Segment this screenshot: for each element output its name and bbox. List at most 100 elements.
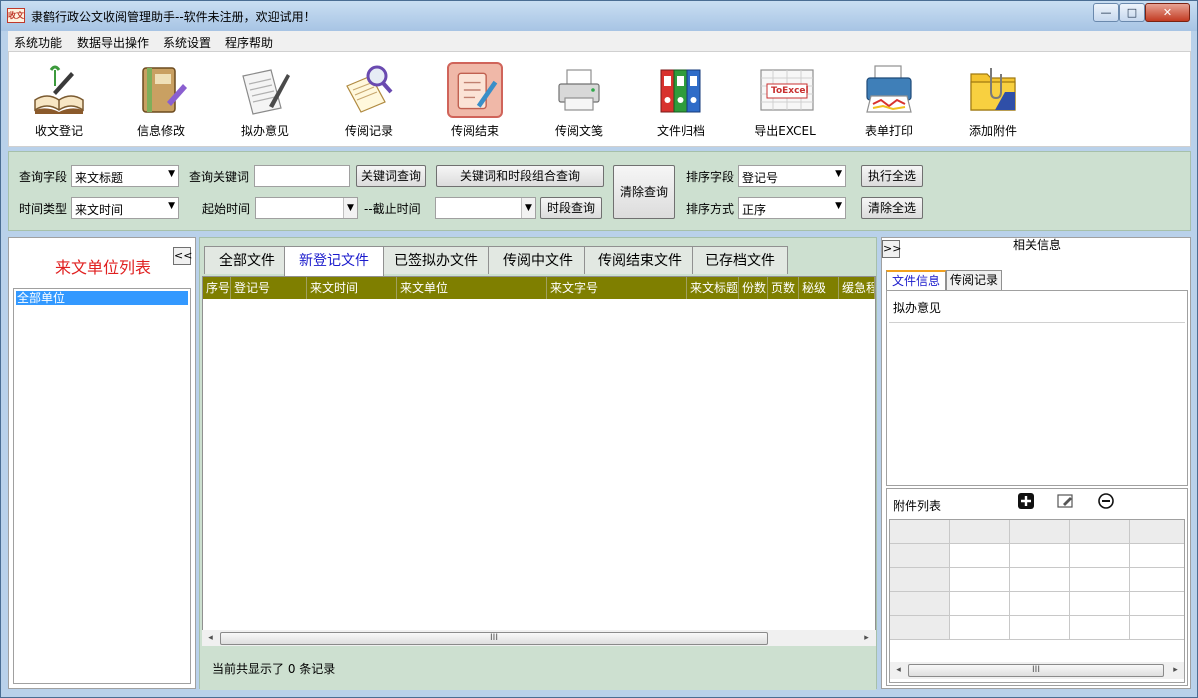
menu-bar: 系统功能 数据导出操作 系统设置 程序帮助 [8,31,1191,51]
attachment-horizontal-scrollbar[interactable]: ◂ III ▸ [890,662,1184,679]
grid-cell [890,544,950,568]
combo-search-button[interactable]: 关键词和时段组合查询 [436,165,604,187]
grid-header: 序号 登记号 来文时间 来文单位 来文字号 来文标题 份数 页数 秘级 缓急程 [203,277,875,299]
app-logo-icon: 收文 [7,8,25,23]
maximize-button[interactable]: □ [1119,3,1145,22]
add-icon[interactable] [1017,493,1035,511]
grid-cell [1010,520,1070,544]
export-excel-button[interactable]: ToExcel 导出EXCEL [739,58,831,142]
query-field-select[interactable]: 来文标题 ▼ [71,165,179,187]
grid-cell [950,592,1010,616]
document-panel: 全部文件 新登记文件 已签拟办文件 传阅中文件 传阅结束文件 已存档文件 序号 … [199,237,877,690]
notes-magnifier-icon [341,62,397,118]
select-all-button[interactable]: 执行全选 [861,165,923,187]
grid-cell [1070,592,1130,616]
clear-query-button[interactable]: 清除查询 [613,165,675,219]
grid-cell [1130,520,1184,544]
tab-circulation-ended[interactable]: 传阅结束文件 [584,246,696,274]
menu-system-settings[interactable]: 系统设置 [163,34,211,51]
tab-archived[interactable]: 已存档文件 [692,246,788,274]
grid-cell [1070,544,1130,568]
menu-data-export[interactable]: 数据导出操作 [77,34,149,51]
edit-info-button[interactable]: 信息修改 [115,58,207,142]
sender-unit-panel: 来文单位列表 << 全部单位 [8,237,196,689]
keyword-search-button[interactable]: 关键词查询 [356,165,426,187]
circulation-end-button[interactable]: 传阅结束 [429,58,521,142]
column-header[interactable]: 来文时间 [307,277,397,299]
grid-cell [1070,520,1130,544]
sender-unit-title: 来文单位列表 [54,258,151,277]
list-item[interactable]: 全部单位 [16,291,188,305]
end-time-label: --截止时间 [364,202,421,216]
end-time-picker[interactable]: ▼ [435,197,536,219]
scroll-thumb[interactable]: III [220,632,768,645]
print-form-button[interactable]: 表单打印 [843,58,935,142]
printer-small-icon [551,62,607,118]
title-bar[interactable]: 收文 隶鹤行政公文收阅管理助手--软件未注册，欢迎试用！ — □ ✕ [1,1,1197,31]
grid-cell [890,616,950,640]
sort-field-label: 排序字段 [686,170,735,184]
column-header[interactable]: 来文字号 [547,277,687,299]
document-grid[interactable]: 序号 登记号 来文时间 来文单位 来文字号 来文标题 份数 页数 秘级 缓急程 [202,276,876,631]
query-panel: 查询字段 来文标题 ▼ 查询关键词 关键词查询 关键词和时段组合查询 清除查询 排… [8,151,1191,231]
grid-horizontal-scrollbar[interactable]: ◂ III ▸ [202,630,876,647]
column-header[interactable]: 来文单位 [397,277,547,299]
archive-files-label: 文件归档 [656,124,705,138]
tab-file-info[interactable]: 文件信息 [886,270,946,290]
scroll-thumb[interactable]: III [908,664,1164,677]
archive-files-button[interactable]: 文件归档 [635,58,727,142]
clear-all-button[interactable]: 清除全选 [861,197,923,219]
tab-opinion-signed[interactable]: 已签拟办文件 [380,246,492,274]
tab-in-circulation[interactable]: 传阅中文件 [488,246,588,274]
expand-button[interactable]: >> [882,240,901,258]
chevron-down-icon: ▼ [835,169,842,179]
circulation-slip-button[interactable]: 传阅文笺 [533,58,625,142]
edit-info-label: 信息修改 [136,124,185,138]
column-header[interactable]: 缓急程 [839,277,875,299]
column-header[interactable]: 登记号 [231,277,307,299]
period-search-button[interactable]: 时段查询 [540,197,602,219]
menu-program-help[interactable]: 程序帮助 [225,34,273,51]
document-tabs: 全部文件 新登记文件 已签拟办文件 传阅中文件 传阅结束文件 已存档文件 [200,246,876,276]
sort-order-select[interactable]: 正序 ▼ [738,197,846,219]
column-header[interactable]: 秘级 [799,277,839,299]
chevron-down-icon[interactable]: ▼ [343,198,357,218]
remove-icon[interactable] [1097,493,1115,511]
tab-all-files[interactable]: 全部文件 [204,246,290,274]
tab-circulation-log[interactable]: 传阅记录 [946,270,1002,290]
grid-cell [950,568,1010,592]
color-printer-icon [861,62,917,118]
add-attachment-button[interactable]: 添加附件 [947,58,1039,142]
keyword-input[interactable] [254,165,350,187]
notebook-edit-icon [133,62,189,118]
attachment-grid[interactable]: ◂ III ▸ [889,519,1185,683]
collapse-left-button[interactable]: << [173,247,192,265]
circulation-record-button[interactable]: 传阅记录 [323,58,415,142]
close-button[interactable]: ✕ [1145,3,1190,22]
column-header[interactable]: 序号 [203,277,231,299]
chevron-down-icon: ▼ [835,201,842,211]
column-header[interactable]: 来文标题 [687,277,739,299]
grid-cell [1010,592,1070,616]
tab-new-registered[interactable]: 新登记文件 [284,246,384,276]
time-type-label: 时间类型 [19,202,68,216]
column-header[interactable]: 页数 [768,277,799,299]
draft-opinion-button[interactable]: 拟办意见 [219,58,311,142]
menu-system-functions[interactable]: 系统功能 [14,34,62,51]
column-header[interactable]: 份数 [739,277,768,299]
sender-unit-list[interactable]: 全部单位 [13,288,191,684]
grid-cell [890,520,950,544]
register-incoming-label: 收文登记 [34,124,83,138]
start-time-picker[interactable]: ▼ [255,197,358,219]
sort-field-select[interactable]: 登记号 ▼ [738,165,846,187]
chevron-down-icon[interactable]: ▼ [521,198,535,218]
minimize-button[interactable]: — [1093,3,1119,22]
grid-cell [1070,616,1130,640]
scroll-left-icon[interactable]: ◂ [202,630,219,647]
scroll-right-icon[interactable]: ▸ [1167,662,1184,679]
scroll-right-icon[interactable]: ▸ [858,630,875,647]
time-type-select[interactable]: 来文时间 ▼ [71,197,179,219]
scroll-left-icon[interactable]: ◂ [890,662,907,679]
edit-icon[interactable] [1057,493,1075,511]
register-incoming-button[interactable]: 收文登记 [13,58,105,142]
